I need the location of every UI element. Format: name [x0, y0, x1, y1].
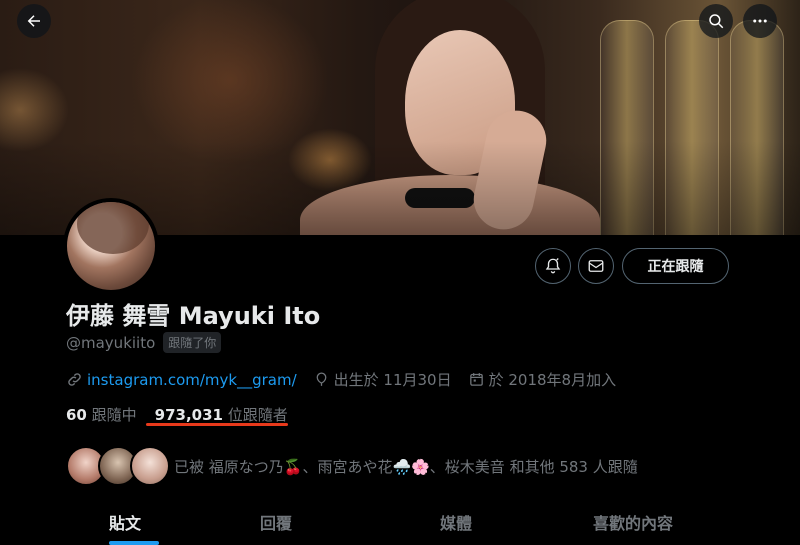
follow-stats: 60 跟隨中 973,031 位跟隨者: [66, 404, 288, 425]
followers-count: 973,031: [154, 406, 223, 424]
calendar-icon: [469, 373, 483, 386]
joined-date: 於 2018年8月加入: [488, 371, 617, 389]
following-button[interactable]: 正在跟隨: [622, 248, 729, 284]
followers-stat[interactable]: 973,031 位跟隨者: [155, 404, 288, 425]
profile-link[interactable]: instagram.com/myk__gram/: [87, 371, 297, 389]
balloon-icon: [316, 372, 327, 386]
notify-button[interactable]: [535, 248, 571, 284]
following-count: 60: [66, 406, 87, 424]
joined-item: 於 2018年8月加入: [468, 369, 617, 390]
profile-meta: instagram.com/myk__gram/ 出生於 11月30日 於 20…: [66, 369, 632, 390]
followed-by-text: 已被 福原なつ乃🍒、雨宮あや花🌧️🌸、桜木美音 和其他 583 人跟隨: [174, 457, 638, 476]
tab-media[interactable]: 媒體: [440, 510, 472, 534]
search-button[interactable]: [699, 4, 733, 38]
avatar[interactable]: [63, 198, 159, 294]
display-name: 伊藤 舞雪 Mayuki Ito: [66, 302, 321, 330]
birthday: 出生於 11月30日: [333, 371, 452, 389]
following-stat[interactable]: 60 跟隨中: [66, 404, 137, 425]
back-arrow-icon: [27, 15, 40, 27]
annotation-underline: [146, 423, 288, 426]
more-button[interactable]: [743, 4, 777, 38]
follows-you-badge: 跟隨了你: [163, 332, 222, 353]
mail-icon: [588, 260, 604, 272]
handle-row: @mayukiito 跟隨了你: [66, 332, 222, 353]
bell-icon: [545, 258, 561, 274]
followers-you-know-avatars: [66, 446, 170, 486]
followers-label: 位跟隨者: [227, 406, 288, 424]
message-button[interactable]: [578, 248, 614, 284]
avatar: [130, 446, 170, 486]
active-tab-indicator: [109, 541, 159, 545]
tab-posts[interactable]: 貼文: [109, 510, 141, 534]
tab-likes[interactable]: 喜歡的內容: [593, 510, 673, 534]
handle: @mayukiito: [66, 333, 156, 352]
back-button[interactable]: [17, 4, 51, 38]
more-icon: [753, 19, 767, 23]
tab-replies[interactable]: 回覆: [260, 510, 292, 534]
profile-link-item[interactable]: instagram.com/myk__gram/: [66, 371, 297, 389]
following-label: 跟隨中: [91, 406, 137, 424]
search-icon: [709, 14, 724, 29]
link-icon: [68, 373, 81, 386]
followed-by-row[interactable]: 已被 福原なつ乃🍒、雨宮あや花🌧️🌸、桜木美音 和其他 583 人跟隨: [66, 446, 638, 486]
birthday-item: 出生於 11月30日: [313, 369, 452, 390]
